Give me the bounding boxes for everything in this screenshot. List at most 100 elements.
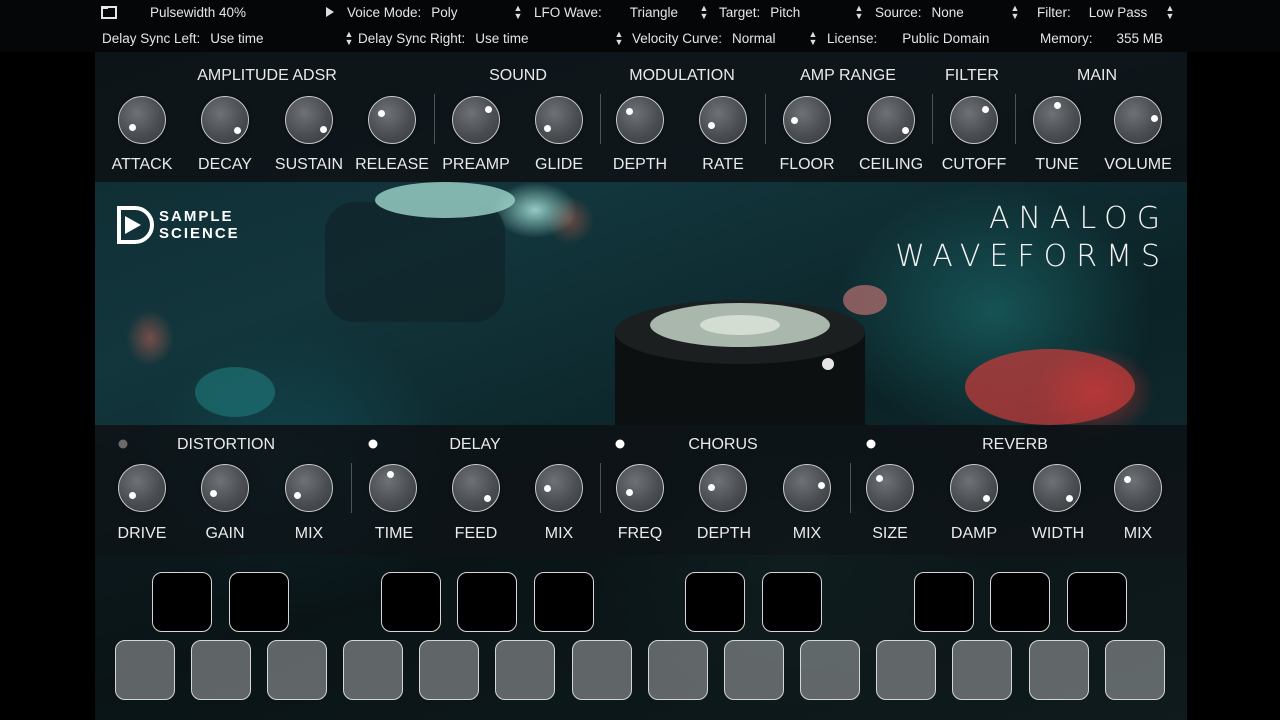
delay-sync-right-stepper-icon[interactable]: ▲ ▼ <box>614 30 624 47</box>
chorus-depth-knob[interactable] <box>699 464 747 512</box>
delay-sync-right-label: Delay Sync Right: <box>358 31 466 46</box>
play-icon[interactable] <box>326 7 334 17</box>
knob-label-width: WIDTH <box>1031 525 1085 542</box>
sustain-knob[interactable] <box>285 96 333 144</box>
distortion-mix-knob[interactable] <box>285 464 333 512</box>
knob-indicator <box>982 106 989 113</box>
delay-mix-knob[interactable] <box>535 464 583 512</box>
knob-label-time: TIME <box>374 525 414 542</box>
black-key[interactable] <box>229 572 289 632</box>
right-margin <box>1187 0 1280 720</box>
attack-knob[interactable] <box>118 96 166 144</box>
reverb-width-knob[interactable] <box>1033 464 1081 512</box>
knob-label-cutoff: CUTOFF <box>941 156 1007 173</box>
black-key[interactable] <box>381 572 441 632</box>
white-key[interactable] <box>952 640 1012 700</box>
black-key[interactable] <box>914 572 974 632</box>
black-key[interactable] <box>457 572 517 632</box>
chorus-freq-knob[interactable] <box>616 464 664 512</box>
white-key[interactable] <box>191 640 251 700</box>
velocity-curve-select[interactable]: Velocity Curve: Normal <box>632 31 776 46</box>
chorus-enable-led[interactable] <box>615 439 625 449</box>
knob-label-feed: FEED <box>454 525 498 542</box>
white-key[interactable] <box>876 640 936 700</box>
delay-sync-left-label: Delay Sync Left: <box>102 31 201 46</box>
delay-sync-left-select[interactable]: Delay Sync Left: Use time <box>102 31 264 46</box>
glide-knob[interactable] <box>535 96 583 144</box>
release-knob[interactable] <box>368 96 416 144</box>
white-key[interactable] <box>724 640 784 700</box>
target-stepper-icon[interactable]: ▲ ▼ <box>854 4 864 21</box>
knob-indicator <box>1124 476 1131 483</box>
delay-feed-knob[interactable] <box>452 464 500 512</box>
black-key[interactable] <box>1067 572 1127 632</box>
lfo-wave-select[interactable]: LFO Wave: Triangle <box>534 5 678 20</box>
target-select[interactable]: Target: Pitch <box>719 5 800 20</box>
black-key[interactable] <box>685 572 745 632</box>
voice-mode-label: Voice Mode: <box>347 5 422 20</box>
filter-stepper-icon[interactable]: ▲ ▼ <box>1165 4 1175 21</box>
white-key[interactable] <box>800 640 860 700</box>
ceiling-knob[interactable] <box>867 96 915 144</box>
sample-science-logo: SAMPLE SCIENCE <box>117 206 238 249</box>
black-key[interactable] <box>152 572 212 632</box>
lfo-wave-stepper-icon[interactable]: ▲ ▼ <box>699 4 709 21</box>
white-key[interactable] <box>648 640 708 700</box>
target-value: Pitch <box>770 5 801 20</box>
delay-sync-right-select[interactable]: Delay Sync Right: Use time <box>358 31 529 46</box>
preset-name[interactable]: Pulsewidth 40% <box>150 5 246 20</box>
folder-icon[interactable] <box>101 5 117 19</box>
black-key[interactable] <box>990 572 1050 632</box>
filter-select[interactable]: Filter: Low Pass <box>1037 5 1147 20</box>
tune-knob[interactable] <box>1033 96 1081 144</box>
mod-depth-knob[interactable] <box>616 96 664 144</box>
white-key[interactable] <box>267 640 327 700</box>
divider <box>434 94 435 144</box>
reverb-size-knob[interactable] <box>866 464 914 512</box>
gain-knob[interactable] <box>201 464 249 512</box>
velocity-curve-stepper-icon[interactable]: ▲ ▼ <box>808 30 818 47</box>
knob-indicator <box>1151 115 1158 122</box>
distortion-enable-led[interactable] <box>118 439 128 449</box>
white-key[interactable] <box>343 640 403 700</box>
source-label: Source: <box>875 5 922 20</box>
source-value: None <box>931 5 964 20</box>
white-key[interactable] <box>495 640 555 700</box>
reverb-enable-led[interactable] <box>866 439 876 449</box>
knob-indicator <box>129 492 136 499</box>
license-info: License: Public Domain <box>827 31 989 46</box>
source-select[interactable]: Source: None <box>875 5 964 20</box>
knob-indicator <box>484 495 491 502</box>
preamp-knob[interactable] <box>452 96 500 144</box>
reverb-mix-knob[interactable] <box>1114 464 1162 512</box>
memory-info: Memory: 355 MB <box>1040 31 1163 46</box>
voice-mode-select[interactable]: Voice Mode: Poly <box>347 5 458 20</box>
mod-rate-knob[interactable] <box>699 96 747 144</box>
cutoff-knob[interactable] <box>950 96 998 144</box>
voice-mode-value: Poly <box>431 5 458 20</box>
knob-indicator <box>626 489 633 496</box>
white-key[interactable] <box>1029 640 1089 700</box>
knob-label-gain: GAIN <box>205 525 245 542</box>
white-key[interactable] <box>115 640 175 700</box>
black-key[interactable] <box>534 572 594 632</box>
knob-indicator <box>626 108 633 115</box>
section-title-amplitude-adsr: AMPLITUDE ADSR <box>197 67 337 84</box>
voice-mode-stepper-icon[interactable]: ▲ ▼ <box>513 4 523 21</box>
divider <box>850 463 851 513</box>
delay-time-knob[interactable] <box>369 464 417 512</box>
white-key[interactable] <box>1105 640 1165 700</box>
drive-knob[interactable] <box>118 464 166 512</box>
source-stepper-icon[interactable]: ▲ ▼ <box>1010 4 1020 21</box>
reverb-damp-knob[interactable] <box>950 464 998 512</box>
delay-enable-led[interactable] <box>368 439 378 449</box>
white-key[interactable] <box>572 640 632 700</box>
chorus-mix-knob[interactable] <box>783 464 831 512</box>
black-key[interactable] <box>762 572 822 632</box>
floor-knob[interactable] <box>783 96 831 144</box>
decay-knob[interactable] <box>201 96 249 144</box>
volume-knob[interactable] <box>1114 96 1162 144</box>
delay-sync-left-stepper-icon[interactable]: ▲ ▼ <box>344 30 354 47</box>
white-key[interactable] <box>419 640 479 700</box>
plugin-window: AMPLITUDE ADSR SOUND MODULATION AMP RANG… <box>95 52 1187 720</box>
